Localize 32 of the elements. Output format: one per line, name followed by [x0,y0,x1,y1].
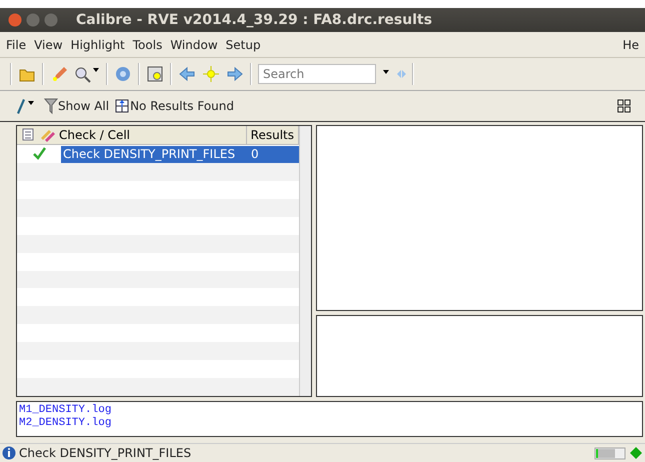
highlight-icon[interactable] [146,65,164,83]
log-line[interactable]: M2_DENSITY.log [19,417,640,430]
menu-item[interactable]: Window [170,38,218,52]
maximize-icon[interactable] [44,13,58,27]
menu-item[interactable]: Highlight [70,38,125,52]
results-count: 0 [249,146,299,162]
menu-item[interactable]: File [6,38,26,52]
search-field[interactable]: Search [258,64,376,84]
check-name: Check DENSITY_PRINT_FILES [61,146,249,162]
close-icon[interactable] [8,13,22,27]
pencil-icon[interactable] [50,65,68,83]
menu-item[interactable]: Setup [226,38,261,52]
show-all-label[interactable]: Show All [58,99,110,113]
check-icon[interactable] [32,145,46,163]
log-line[interactable]: M1_DENSITY.log [19,404,640,417]
minimize-icon[interactable] [26,13,40,27]
filter-icon[interactable] [44,97,58,115]
scrollbar[interactable] [299,126,311,396]
menu-item[interactable]: Tools [132,38,162,52]
info-icon[interactable] [2,444,16,462]
arrow-left-icon[interactable] [178,65,196,83]
grid-icon[interactable] [115,97,130,115]
arrow-right-icon[interactable] [226,65,244,83]
status-message: Check DENSITY_PRINT_FILES [19,446,192,460]
column-header[interactable]: Check / Cell [17,126,247,144]
no-results-label[interactable]: No Results Found [130,99,234,113]
menu-item[interactable]: He [622,38,639,52]
diamond-icon[interactable] [629,444,643,462]
window-title: Calibre - RVE v2014.4_39.29 : FA8.drc.results [76,12,432,28]
layout-icon[interactable] [617,97,631,115]
menu-item[interactable]: View [34,38,63,52]
magnifier-icon[interactable] [74,65,100,83]
